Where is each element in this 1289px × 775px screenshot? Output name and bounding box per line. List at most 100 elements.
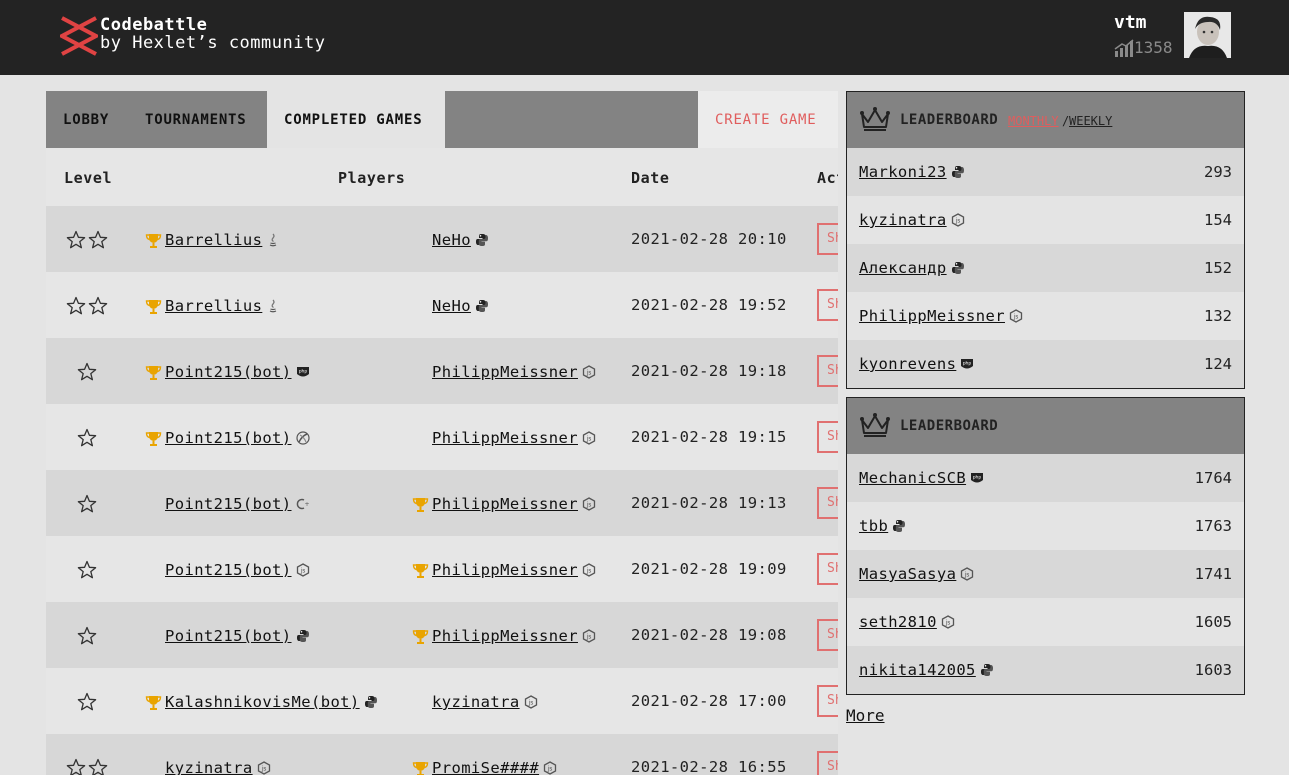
table-row: Point215(bot) php PhilippMeissner js 2021-02… <box>46 338 838 404</box>
crown-icon <box>860 107 890 131</box>
player-name-link[interactable]: Point215(bot) <box>165 429 292 447</box>
leaderboard-player-link[interactable]: kyonrevens <box>859 355 956 373</box>
node-lang-icon: js <box>961 567 974 581</box>
leaderboard-row: kyzinatra js 154 <box>847 196 1244 244</box>
java-lang-icon <box>270 233 277 247</box>
show-game-button[interactable]: Sh <box>817 487 838 519</box>
create-game-button[interactable]: CREATE GAME <box>698 91 838 148</box>
leaderboard-row: nikita142005 1603 <box>847 646 1244 694</box>
player-name-link[interactable]: Point215(bot) <box>165 363 292 381</box>
level-stars <box>66 230 108 252</box>
leaderboard-player-link[interactable]: tbb <box>859 517 888 535</box>
python-lang-icon <box>475 234 488 246</box>
leaderboard-row: seth2810 js 1605 <box>847 598 1244 646</box>
trophy-icon <box>145 695 162 710</box>
level-stars <box>77 494 97 516</box>
show-game-button[interactable]: Sh <box>817 685 838 717</box>
leaderboard-player-link[interactable]: Markoni23 <box>859 163 947 181</box>
table-row: Point215(bot) js PhilippMeissner js 2021-02-… <box>46 536 838 602</box>
tab-completed-games[interactable]: COMPLETED GAMES <box>267 91 445 148</box>
node-lang-icon: js <box>543 761 557 775</box>
leaderboard-score: 293 <box>1204 163 1232 181</box>
crown-icon <box>860 413 890 437</box>
level-stars <box>77 692 97 714</box>
leaderboard-row: Александр 152 <box>847 244 1244 292</box>
player-name-link[interactable]: kyzinatra <box>432 693 520 711</box>
leaderboard-player-link[interactable]: seth2810 <box>859 613 937 631</box>
show-game-button[interactable]: Sh <box>817 421 838 453</box>
python-lang-icon <box>951 166 964 178</box>
tab-tournaments[interactable]: TOURNAMENTS <box>128 91 264 148</box>
level-stars <box>77 560 97 582</box>
games-tabs: LOBBY TOURNAMENTS COMPLETED GAMES CREATE… <box>46 91 838 148</box>
monthly-toggle[interactable]: MONTHLY <box>1008 114 1059 128</box>
show-game-button[interactable]: Sh <box>817 619 838 651</box>
player-name-link[interactable]: kyzinatra <box>165 759 253 775</box>
brand-title[interactable]: Codebattle <box>100 15 207 35</box>
player-name-link[interactable]: NeHo <box>432 231 471 249</box>
player-name-link[interactable]: Point215(bot) <box>165 561 292 579</box>
level-stars <box>77 362 97 384</box>
leaderboard-player-link[interactable]: MechanicSCB <box>859 469 966 487</box>
leaderboard-player: Markoni23 <box>859 163 965 181</box>
weekly-toggle[interactable]: WEEKLY <box>1069 114 1112 128</box>
node-lang-icon: js <box>582 563 596 577</box>
game-date: 2021-02-28 19:18 <box>631 362 787 380</box>
user-name[interactable]: vtm <box>1114 12 1147 33</box>
codebattle-logo-icon[interactable] <box>60 16 98 56</box>
show-game-button[interactable]: Sh <box>817 289 838 321</box>
game-date: 2021-02-28 17:00 <box>631 692 787 710</box>
player-cell: PhilippMeissner js <box>412 625 596 647</box>
player-name-link[interactable]: Barrellius <box>165 297 262 315</box>
star-icon <box>77 428 97 447</box>
python-lang-icon <box>951 262 964 274</box>
more-link[interactable]: More <box>846 706 885 725</box>
player-name-link[interactable]: PhilippMeissner <box>432 627 578 645</box>
player-name-link[interactable]: PhilippMeissner <box>432 429 578 447</box>
leaderboard-score: 1605 <box>1194 613 1232 631</box>
player-name-link[interactable]: PhilippMeissner <box>432 363 578 381</box>
leaderboard-total-header: LEADERBOARD <box>847 398 1244 454</box>
leaderboard-score: 124 <box>1204 355 1232 373</box>
table-body: BarrelliusNeHo2021-02-28 20:10ShBarrelli… <box>46 206 838 775</box>
leaderboard-total-list: MechanicSCB php 1764 tbb 1763 MasyaSasya js 174… <box>847 454 1244 694</box>
svg-text:js: js <box>944 620 950 627</box>
player-name-link[interactable]: Point215(bot) <box>165 495 292 513</box>
node-lang-icon: js <box>582 431 596 445</box>
leaderboard-player-link[interactable]: MasyaSasya <box>859 565 956 583</box>
python-lang-icon <box>475 300 488 312</box>
leaderboard-player-link[interactable]: kyzinatra <box>859 211 947 229</box>
player-name-link[interactable]: Barrellius <box>165 231 262 249</box>
show-game-button[interactable]: Sh <box>817 223 838 255</box>
svg-text:js: js <box>954 218 960 225</box>
player-name-link[interactable]: Point215(bot) <box>165 627 292 645</box>
player-name-link[interactable]: NeHo <box>432 297 471 315</box>
player-name-link[interactable]: PhilippMeissner <box>432 495 578 513</box>
node-lang-icon: js <box>582 497 596 511</box>
table-row: kyzinatra js PromiSe#### js 2021-02-28 16:55… <box>46 734 838 775</box>
avatar[interactable] <box>1184 12 1231 58</box>
leaderboard-row: PhilippMeissner js 132 <box>847 292 1244 340</box>
player-name-link[interactable]: KalashnikovisMe(bot) <box>165 693 360 711</box>
node-lang-icon: js <box>296 563 309 577</box>
game-date: 2021-02-28 19:09 <box>631 560 787 578</box>
leaderboard-player-link[interactable]: Александр <box>859 259 947 277</box>
player-name-link[interactable]: PromiSe#### <box>432 759 539 775</box>
leaderboard-score: 152 <box>1204 259 1232 277</box>
leaderboard-period-list: Markoni23 293 kyzinatra js 154 Александр 152 Ph… <box>847 148 1244 388</box>
trophy-icon <box>412 629 429 644</box>
player-cell: Barrellius <box>145 295 280 317</box>
tab-lobby[interactable]: LOBBY <box>46 91 126 148</box>
leaderboard-player-link[interactable]: nikita142005 <box>859 661 976 679</box>
leaderboard-player-link[interactable]: PhilippMeissner <box>859 307 1005 325</box>
table-row: Barrellius NeHo 2021-02-28 19:52 Sh <box>46 272 838 338</box>
show-game-button[interactable]: Sh <box>817 355 838 387</box>
game-date: 2021-02-28 19:52 <box>631 296 787 314</box>
show-game-button[interactable]: Sh <box>817 751 838 775</box>
leaderboard-score: 1603 <box>1194 661 1232 679</box>
show-game-button[interactable]: Sh <box>817 553 838 585</box>
leaderboard-total: LEADERBOARD MechanicSCB php 1764 tbb 1763 Mas… <box>846 397 1245 695</box>
node-lang-icon: js <box>524 695 537 709</box>
player-name-link[interactable]: PhilippMeissner <box>432 561 578 579</box>
leaderboard-player: tbb <box>859 517 906 535</box>
